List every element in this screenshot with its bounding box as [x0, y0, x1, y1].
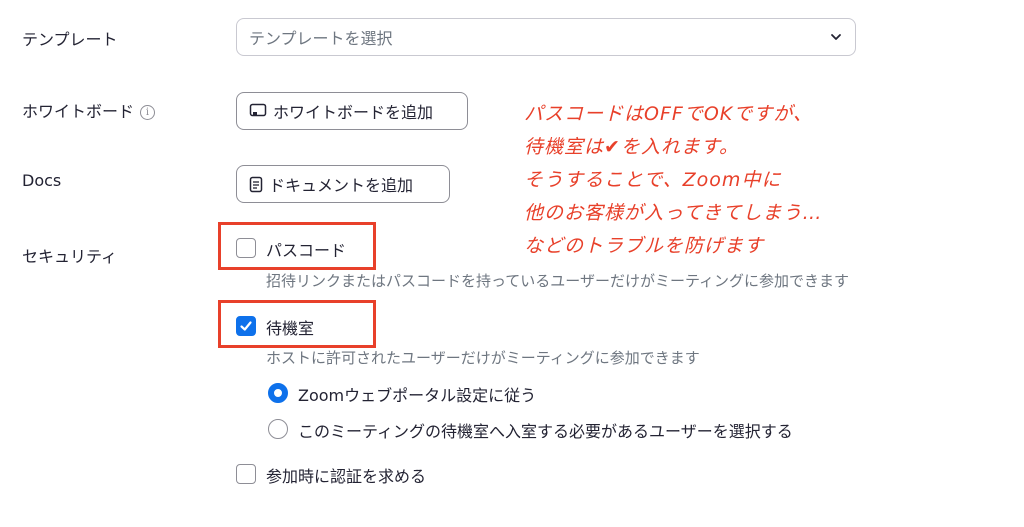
add-document-button[interactable]: ドキュメントを追加 — [236, 165, 450, 203]
info-icon[interactable]: i — [140, 105, 156, 120]
document-icon — [249, 176, 263, 192]
annotation-line: 他のお客様が入ってきてしまう… — [524, 202, 823, 224]
require-auth-label: 参加時に認証を求める — [266, 467, 427, 486]
whiteboard-label: ホワイトボード — [22, 102, 135, 121]
require-auth-checkbox[interactable] — [236, 464, 256, 484]
add-whiteboard-label: ホワイトボードを追加 — [273, 103, 434, 122]
radio-select-users-label: このミーティングの待機室へ入室する必要があるユーザーを選択する — [298, 422, 793, 441]
whiteboard-icon — [249, 103, 267, 117]
passcode-highlight-box — [218, 222, 376, 270]
annotation-line: 待機室は✔を入れます。 — [524, 136, 740, 158]
annotation-line: パスコードはOFFでOKですが、 — [524, 103, 813, 125]
waiting-room-highlight-box — [218, 300, 376, 348]
template-label: テンプレート — [22, 30, 118, 49]
radio-follow-portal[interactable] — [268, 383, 288, 403]
waiting-room-description: ホストに許可されたユーザーだけがミーティングに参加できます — [266, 349, 700, 367]
add-whiteboard-button[interactable]: ホワイトボードを追加 — [236, 92, 468, 130]
radio-follow-portal-label: Zoomウェブポータル設定に従う — [298, 386, 537, 405]
handwritten-annotation: パスコードはOFFでOKですが、 待機室は✔を入れます。 そうすることで、Zoo… — [524, 98, 944, 263]
template-select[interactable]: テンプレートを選択 — [236, 18, 856, 56]
security-label: セキュリティ — [22, 247, 118, 266]
annotation-line: などのトラブルを防げます — [524, 235, 765, 257]
chevron-down-icon — [831, 34, 841, 40]
add-document-label: ドキュメントを追加 — [269, 176, 414, 195]
whiteboard-label-row: ホワイトボード i — [22, 98, 156, 122]
passcode-description: 招待リンクまたはパスコードを持っているユーザーだけがミーティングに参加できます — [266, 272, 850, 290]
template-select-value: テンプレートを選択 — [249, 29, 393, 48]
docs-label: Docs — [22, 171, 62, 190]
annotation-line: そうすることで、Zoom中に — [524, 169, 782, 191]
radio-select-users[interactable] — [268, 419, 288, 439]
